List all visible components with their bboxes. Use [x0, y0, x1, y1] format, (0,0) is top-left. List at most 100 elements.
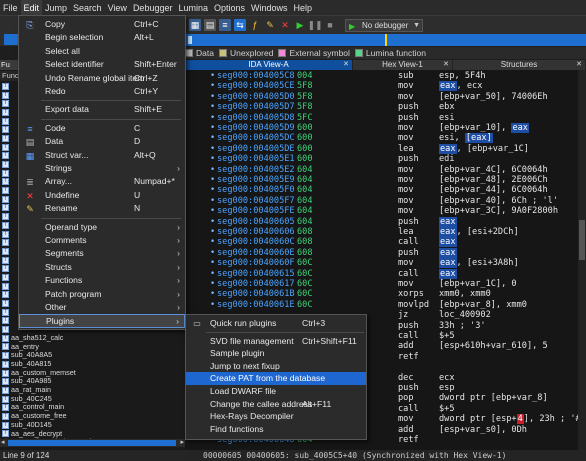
struct-toolbar-icon[interactable]: ▦	[189, 19, 201, 31]
disasm-line[interactable]: • seg000:004005FE 604 mov [ebp+var_3C], 9A0F…	[185, 206, 578, 216]
disassembly-vertical-scrollbar[interactable]	[578, 70, 586, 450]
disasm-line[interactable]: • seg000:004005E1 600 push edi	[185, 154, 578, 164]
edit-menu-item-copy[interactable]: ⎘ Copy Ctrl+C	[19, 18, 185, 31]
menu-windows[interactable]: Windows	[248, 0, 291, 16]
disasm-line[interactable]: • seg000:00400617 60C mov [ebp+var_1C], 0	[185, 279, 578, 289]
plugins-menu-item-load-dwarf-file[interactable]: Load DWARF file	[186, 385, 366, 398]
scrollbar-thumb[interactable]	[579, 220, 585, 260]
disasm-line[interactable]: • seg000:00400615 60C call eax	[185, 268, 578, 279]
close-icon[interactable]: ✕	[576, 60, 582, 70]
edit-menu-item-code[interactable]: ≡ Code C	[19, 122, 185, 135]
edit-menu-item-segments[interactable]: Segments ›	[19, 247, 185, 260]
disasm-line[interactable]: • seg000:004005CE 5F8 mov eax, ecx	[185, 81, 578, 92]
function-row[interactable]: f aa_custome_free	[0, 412, 185, 421]
menu-jump[interactable]: Jump	[42, 0, 70, 16]
disasm-line[interactable]: • seg000:00400605 604 push eax	[185, 216, 578, 227]
disasm-line[interactable]: • seg000:004005DC 600 mov esi, [eax]	[185, 133, 578, 144]
function-toolbar-icon[interactable]: ƒ	[249, 19, 261, 31]
debugger-select[interactable]: ▶ No debugger ▼	[345, 18, 423, 32]
disasm-line[interactable]: • seg000:004005D7 5F8 push ebx	[185, 102, 578, 112]
plugins-menu-item-quick-run-plugins[interactable]: ▭ Quick run plugins Ctrl+3	[186, 317, 366, 330]
menu-edit[interactable]: Edit	[20, 0, 43, 16]
close-icon[interactable]: ✕	[343, 60, 349, 70]
stop-toolbar-icon[interactable]: ■	[324, 19, 336, 31]
tab-hex-view[interactable]: Hex View-1 ✕	[353, 60, 453, 70]
menu-options[interactable]: Options	[211, 0, 248, 16]
scroll-left-icon[interactable]: ◂	[1, 438, 5, 446]
disasm-line[interactable]: • seg000:004005D9 600 mov [ebp+var_10], eax	[185, 123, 578, 133]
scrollbar-thumb[interactable]	[8, 440, 176, 446]
function-row[interactable]: f aa_sha512_calc	[0, 334, 185, 343]
edit-menu-item-other[interactable]: Other ›	[19, 301, 185, 314]
play-toolbar-icon[interactable]: ▶	[294, 19, 306, 31]
undefine-toolbar-icon[interactable]: ✕	[279, 19, 291, 31]
pause-toolbar-icon[interactable]: ❚❚	[307, 19, 322, 31]
close-icon[interactable]: ✕	[443, 60, 449, 70]
edit-menu-item-plugins[interactable]: Plugins ›	[19, 314, 185, 328]
function-row[interactable]: f aa_aes_decrypt	[0, 430, 185, 439]
function-row[interactable]: f sub_40A8A5	[0, 351, 185, 360]
disasm-line[interactable]: • seg000:004005F0 604 mov [ebp+var_44], 6C00…	[185, 185, 578, 195]
edit-menu-item-operand-type[interactable]: Operand type ›	[19, 221, 185, 234]
plugins-menu-item-svd-file-management[interactable]: SVD file management Ctrl+Shift+F11	[186, 335, 366, 348]
edit-menu-item-select-all[interactable]: Select all	[19, 45, 185, 58]
plugins-menu-item-jump-to-next-fixup[interactable]: Jump to next fixup	[186, 360, 366, 373]
disasm-line[interactable]: • seg000:004005F7 604 mov [ebp+var_40], 6Ch …	[185, 196, 578, 206]
pen-toolbar-icon[interactable]: ✎	[264, 19, 276, 31]
edit-menu-item-select-identifier[interactable]: Select identifier Shift+Enter	[19, 58, 185, 71]
plugins-menu-item-create-pat-from-the-database[interactable]: Create PAT from the database	[186, 372, 366, 385]
plugins-menu-item-sample-plugin[interactable]: Sample plugin	[186, 347, 366, 360]
plugins-menu-item-change-the-callee-address[interactable]: Change the callee address Alt+F11	[186, 398, 366, 411]
array-toolbar-icon[interactable]: ▤	[204, 19, 216, 31]
function-row[interactable]: f sub_40A985	[0, 377, 185, 386]
edit-menu-item-comments[interactable]: Comments ›	[19, 234, 185, 247]
disasm-line[interactable]: • seg000:004005DE 600 lea eax, [ebp+var_1C]	[185, 143, 578, 154]
disasm-line[interactable]: • seg000:0040061B 60C xorps xmm0, xmm0	[185, 289, 578, 299]
function-row[interactable]: f sub_40A815	[0, 360, 185, 369]
disasm-line[interactable]: • seg000:0040060C 608 call eax	[185, 237, 578, 248]
function-row[interactable]: f aa_custom_memset	[0, 369, 185, 378]
edit-menu-item-patch-program[interactable]: Patch program ›	[19, 288, 185, 301]
enum-toolbar-icon[interactable]: ≡	[219, 19, 231, 31]
disasm-line[interactable]: • seg000:0040060E 608 push eax	[185, 247, 578, 258]
menu-search[interactable]: Search	[70, 0, 105, 16]
menu-debugger[interactable]: Debugger	[130, 0, 176, 16]
functions-horizontal-scrollbar[interactable]: ◂ ▸	[0, 439, 185, 447]
disasm-line[interactable]: • seg000:00400606 608 lea eax, [esi+2DCh]	[185, 227, 578, 237]
function-row[interactable]: f aa_rat_main	[0, 386, 185, 395]
disasm-line[interactable]: • seg000:004005D0 5F8 mov [ebp+var_50], 7400…	[185, 92, 578, 102]
edit-menu-item-undo-rename-global-item[interactable]: Undo Rename global item Ctrl+Z	[19, 72, 185, 85]
edit-menu-item-structs[interactable]: Structs ›	[19, 261, 185, 274]
edit-menu-item-struct-var[interactable]: ▦ Struct var... Alt+Q	[19, 149, 185, 162]
edit-menu-item-data[interactable]: ▤ Data D	[19, 135, 185, 148]
scroll-right-icon[interactable]: ▸	[180, 438, 184, 446]
function-row[interactable]: f aa_control_main	[0, 403, 185, 412]
edit-menu-item-export-data[interactable]: Export data Shift+E	[19, 103, 185, 116]
tab-structures[interactable]: Structures ✕	[453, 60, 586, 70]
function-row[interactable]: f sub_40C245	[0, 395, 185, 404]
menu-file[interactable]: File	[0, 0, 21, 16]
plugins-menu-item-hex-rays-decompiler[interactable]: Hex-Rays Decompiler	[186, 410, 366, 423]
disasm-line[interactable]: • seg000:004005C8 004 sub esp, 5F4h	[185, 71, 578, 81]
function-row[interactable]: f sub_40D145	[0, 421, 185, 430]
menu-view[interactable]: View	[105, 0, 130, 16]
edit-menu-item-strings[interactable]: Strings ›	[19, 162, 185, 175]
edit-menu-item-undefine[interactable]: ✕ Undefine U	[19, 189, 185, 202]
code-toolbar-icon[interactable]: ⇆	[234, 19, 246, 31]
disasm-line[interactable]: • seg000:004005D8 5FC push esi	[185, 113, 578, 123]
disasm-line[interactable]: • seg000:004005E2 604 mov [ebp+var_4C], 6C00…	[185, 165, 578, 175]
navigation-band[interactable]	[185, 34, 586, 46]
edit-menu-item-rename[interactable]: ✎ Rename N	[19, 202, 185, 215]
disasm-line[interactable]: • seg000:0040061E 60C movlpd [ebp+var_8], xm…	[185, 300, 578, 310]
menu-help[interactable]: Help	[291, 0, 316, 16]
edit-menu-item-redo[interactable]: Redo Ctrl+Y	[19, 85, 185, 98]
function-row[interactable]: f aa_entry	[0, 343, 185, 352]
edit-menu-item-array[interactable]: ≣ Array... Numpad+*	[19, 175, 185, 188]
tab-ida-view-a[interactable]: IDA View-A ✕	[185, 60, 353, 70]
disasm-line[interactable]: • seg000:004005E9 604 mov [ebp+var_48], 2E00…	[185, 175, 578, 185]
menu-lumina[interactable]: Lumina	[175, 0, 211, 16]
edit-menu-item-functions[interactable]: Functions ›	[19, 274, 185, 287]
plugins-menu-item-find-functions[interactable]: Find functions	[186, 423, 366, 436]
edit-menu-item-begin-selection[interactable]: Begin selection Alt+L	[19, 31, 185, 44]
disasm-line[interactable]: • seg000:0040060F 60C mov eax, [esi+3A8h]	[185, 258, 578, 269]
